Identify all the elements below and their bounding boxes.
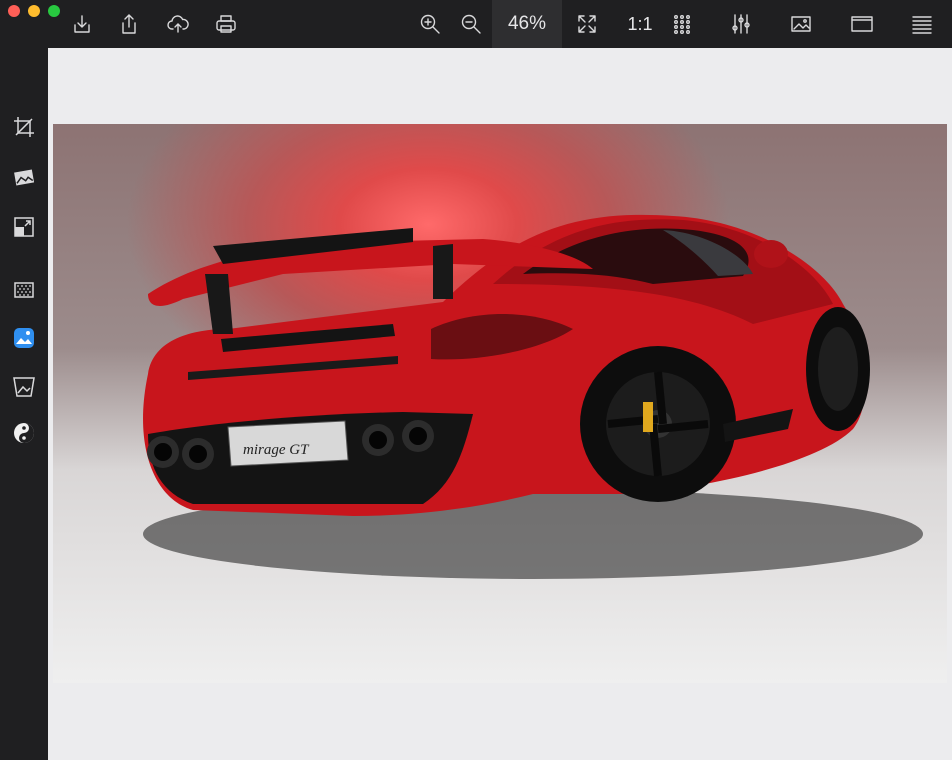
invert-button[interactable] — [10, 419, 38, 447]
enhance-icon — [14, 328, 34, 348]
share-button[interactable] — [113, 8, 145, 40]
cloud-upload-icon — [167, 15, 189, 33]
noise-icon — [14, 282, 34, 298]
crop-button[interactable] — [10, 113, 38, 141]
menu-button[interactable] — [906, 8, 938, 40]
print-icon — [216, 15, 236, 33]
crop-icon — [14, 117, 34, 137]
perspective-button[interactable] — [10, 373, 38, 401]
image-info-button[interactable] — [785, 8, 817, 40]
fit-to-window-button[interactable] — [571, 8, 603, 40]
download-icon — [74, 15, 90, 33]
window-icon — [851, 16, 873, 32]
zoom-level[interactable]: 46% — [492, 0, 562, 48]
rotate-image-icon — [14, 169, 35, 186]
zoom-out-icon — [461, 14, 481, 34]
resize-icon — [14, 217, 34, 237]
toolbar: 46% 1:1 — [0, 0, 952, 48]
cloud-upload-button[interactable] — [162, 8, 194, 40]
print-button[interactable] — [210, 8, 242, 40]
download-button[interactable] — [66, 8, 98, 40]
zoom-window-button[interactable] — [48, 5, 60, 17]
actual-size-button[interactable]: 1:1 — [620, 8, 660, 40]
plate-text: mirage GT — [243, 442, 310, 458]
grid-view-button[interactable] — [666, 8, 698, 40]
car-photo: mirage GT — [53, 124, 947, 683]
share-icon — [122, 14, 136, 34]
close-window-button[interactable] — [8, 5, 20, 17]
invert-icon — [14, 423, 34, 443]
fit-to-window-icon — [578, 15, 596, 33]
enhance-button[interactable] — [10, 324, 38, 352]
image-icon — [791, 16, 811, 32]
zoom-in-button[interactable] — [414, 8, 446, 40]
grid-view-icon — [674, 15, 690, 35]
zoom-out-button[interactable] — [455, 8, 487, 40]
rotate-image-button[interactable] — [10, 163, 38, 191]
perspective-icon — [13, 377, 35, 397]
menu-icon — [912, 16, 932, 34]
minimize-window-button[interactable] — [28, 5, 40, 17]
window-button[interactable] — [846, 8, 878, 40]
zoom-in-icon — [420, 14, 440, 34]
resize-button[interactable] — [10, 213, 38, 241]
adjustments-button[interactable] — [725, 8, 757, 40]
adjustments-icon — [732, 14, 750, 34]
sidebar — [0, 48, 48, 760]
car-illustration: mirage GT — [143, 214, 923, 579]
noise-button[interactable] — [10, 276, 38, 304]
